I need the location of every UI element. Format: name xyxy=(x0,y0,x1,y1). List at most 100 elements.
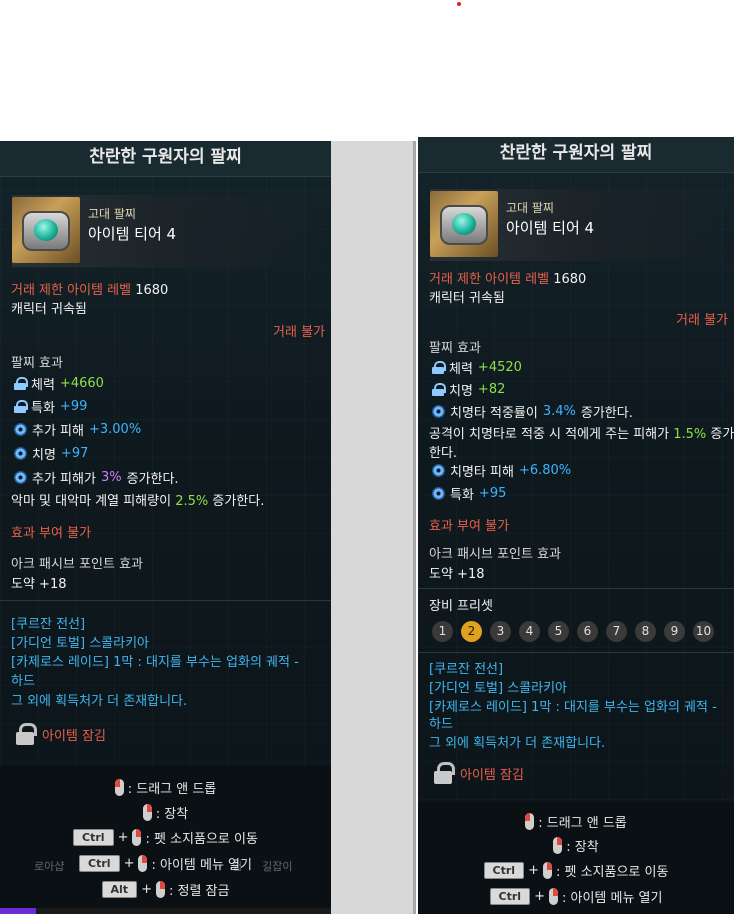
preset-button[interactable]: 8 xyxy=(635,621,656,642)
exp-bar-fill xyxy=(0,908,37,914)
gear-icon xyxy=(432,464,445,477)
hint-menu: Ctrl + : 아이템 메뉴 열기 xyxy=(418,887,734,906)
bound-status: 캐릭터 귀속됨 xyxy=(429,291,505,306)
source-item[interactable]: 하드 xyxy=(11,670,35,689)
source-item[interactable]: [쿠르잔 전선] xyxy=(429,658,503,677)
hint-sort-label: : 정렬 잠금 xyxy=(168,884,230,899)
lock-icon xyxy=(432,383,446,396)
ark-heading: 아크 패시브 포인트 효과 xyxy=(429,547,561,562)
stat-row: 치명 +82 xyxy=(432,380,505,399)
source-item[interactable]: [가디언 토벌] 스콜라키아 xyxy=(429,677,567,696)
stat-row: 체력 +4520 xyxy=(432,358,522,377)
stat-name: 치명타 피해 xyxy=(450,465,514,480)
divider xyxy=(418,588,734,589)
stat-name: 추가 피해 xyxy=(32,424,84,439)
ctrl-key: Ctrl xyxy=(489,888,531,905)
preset-selector: 1 2 3 4 5 6 7 8 9 10 xyxy=(432,621,714,642)
gear-icon xyxy=(432,487,445,500)
preset-button[interactable]: 10 xyxy=(693,621,714,642)
source-item[interactable]: [카제로스 레이드] 1막 : 대지를 부수는 업화의 궤적 - xyxy=(429,696,717,715)
bracelet-icon xyxy=(430,191,498,257)
stat-value: +4520 xyxy=(477,360,522,375)
preset-button[interactable]: 9 xyxy=(664,621,685,642)
demon-post: 증가한다. xyxy=(212,494,265,509)
crit-hit-value: 1.5% xyxy=(673,427,707,442)
hint-equip-label: : 장착 xyxy=(566,840,599,855)
mouse-right-icon xyxy=(553,837,563,854)
hint-equip-label: : 장착 xyxy=(155,807,189,822)
crit-hit-pre: 공격이 치명타로 적중 시 적에게 주는 피해가 xyxy=(429,427,670,442)
preset-button[interactable]: 3 xyxy=(490,621,511,642)
preset-button[interactable]: 2 xyxy=(461,621,482,642)
source-item[interactable]: [쿠르잔 전선] xyxy=(11,613,85,632)
preset-button[interactable]: 4 xyxy=(519,621,540,642)
mouse-left-icon xyxy=(525,813,535,830)
trade-level-value: 1680 xyxy=(553,272,587,287)
plus-sign: + xyxy=(141,882,152,897)
tooltip-right: 찬란한 구원자의 팔찌 고대 팔찌 아이템 티어 4 거래 제한 아이템 레벨 … xyxy=(418,137,734,914)
hint-equip: : 장착 xyxy=(0,803,331,822)
preset-button[interactable]: 6 xyxy=(577,621,598,642)
item-tier: 아이템 티어 4 xyxy=(506,219,595,237)
item-header: 고대 팔찌 아이템 티어 4 xyxy=(12,195,331,267)
stat-value: +6.80% xyxy=(518,463,572,478)
divider xyxy=(0,600,331,601)
hint-drag-label: : 드래그 앤 드롭 xyxy=(127,782,217,797)
gear-icon xyxy=(14,447,27,460)
preset-button[interactable]: 7 xyxy=(606,621,627,642)
crit-hit-line: 공격이 치명타로 적중 시 적에게 주는 피해가 1.5% 증가 xyxy=(429,423,734,442)
hint-menu-label: : 아이템 메뉴 열기 xyxy=(561,891,663,906)
hint-menu-label: : 아이템 메뉴 열기 xyxy=(151,858,252,873)
plus-sign: + xyxy=(534,889,545,904)
demon-pre: 악마 및 대악마 계열 피해량이 xyxy=(11,494,172,509)
demon-damage: 악마 및 대악마 계열 피해량이 2.5% 증가한다. xyxy=(11,490,264,509)
stat-row: 특화 +99 xyxy=(14,397,87,416)
extra-value: 3% xyxy=(100,470,122,485)
divider xyxy=(418,652,734,653)
stat-row: 특화 +95 xyxy=(432,484,506,503)
stat-row: 치명 +97 xyxy=(14,444,88,463)
no-grant: 효과 부여 불가 xyxy=(429,519,510,534)
hint-pet: Ctrl + : 펫 소지품으로 이동 xyxy=(0,828,331,847)
item-tier: 아이템 티어 4 xyxy=(88,225,177,243)
crit-value: 3.4% xyxy=(542,404,576,419)
stat-row: 추가 피해가 3% 증가한다. xyxy=(14,468,179,487)
mouse-right-icon xyxy=(142,804,152,821)
source-item[interactable]: 하드 xyxy=(429,713,453,732)
panel-gap xyxy=(331,141,416,914)
preset-button[interactable]: 5 xyxy=(548,621,569,642)
source-item[interactable]: [가디언 토벌] 스콜라키아 xyxy=(11,632,149,651)
crit-hit-post: 증가 xyxy=(710,427,734,442)
more-sources: 그 외에 획득처가 더 존재합니다. xyxy=(429,736,606,751)
stat-row: 체력 +4660 xyxy=(14,374,104,393)
item-lock-label: 아이템 잠김 xyxy=(42,728,106,744)
item-header: 고대 팔찌 아이템 티어 4 xyxy=(430,189,734,261)
hint-pet: Ctrl + : 펫 소지품으로 이동 xyxy=(418,861,734,880)
padlock-icon xyxy=(16,723,37,745)
mouse-right-icon xyxy=(548,888,558,905)
padlock-icon xyxy=(434,762,455,784)
source-item[interactable]: [카제로스 레이드] 1막 : 대지를 부수는 업화의 궤적 - xyxy=(11,651,299,670)
effect-heading: 팔찌 효과 xyxy=(11,356,63,371)
preset-button[interactable]: 1 xyxy=(432,621,453,642)
stat-value: +99 xyxy=(59,399,88,414)
mouse-right-icon xyxy=(542,862,552,879)
hint-footer: 로아샵 헙 길잡이 : 드래그 앤 드롭 : 장착 Ctrl + : 펫 소지품… xyxy=(0,766,331,914)
lock-icon xyxy=(432,361,446,374)
hint-sort: Alt + : 정렬 잠금 xyxy=(0,880,331,899)
hint-drag: : 드래그 앤 드롭 xyxy=(418,812,734,831)
stat-name: 치명 xyxy=(449,384,473,399)
stat-row: 치명타 피해 +6.80% xyxy=(432,461,571,480)
stat-value: +95 xyxy=(478,486,507,501)
extra-post: 증가한다. xyxy=(126,472,179,487)
plus-sign: + xyxy=(123,856,135,871)
effect-heading: 팔찌 효과 xyxy=(429,341,481,356)
extra-pre: 추가 피해가 xyxy=(32,472,96,487)
item-lock-label: 아이템 잠김 xyxy=(460,767,524,783)
mouse-left-icon xyxy=(114,779,124,796)
ark-value: 도약 +18 xyxy=(429,567,485,582)
trade-level: 거래 제한 아이템 레벨 1680 xyxy=(11,279,168,298)
alt-key: Alt xyxy=(101,881,138,898)
item-lock: 아이템 잠김 xyxy=(16,723,106,745)
scrollbar-track[interactable] xyxy=(413,141,416,914)
